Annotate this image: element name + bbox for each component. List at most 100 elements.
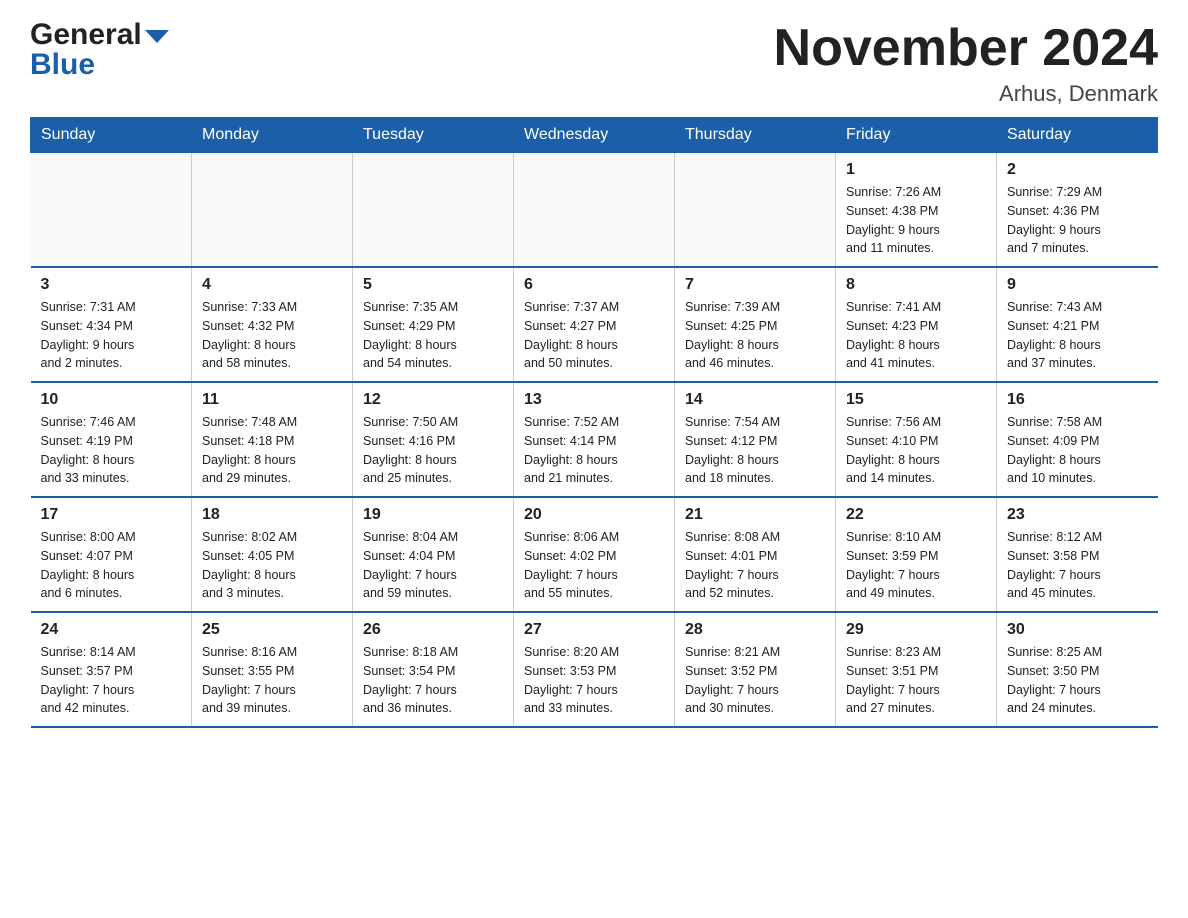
- day-info: Sunrise: 8:20 AM Sunset: 3:53 PM Dayligh…: [524, 643, 664, 718]
- calendar-week-row: 10 Sunrise: 7:46 AM Sunset: 4:19 PM Dayli…: [31, 382, 1158, 497]
- day-number: 6: [524, 276, 664, 294]
- day-info: Sunrise: 8:21 AM Sunset: 3:52 PM Dayligh…: [685, 643, 825, 718]
- day-number: 15: [846, 391, 986, 409]
- day-info: Sunrise: 8:04 AM Sunset: 4:04 PM Dayligh…: [363, 528, 503, 603]
- calendar-day-cell: 11 Sunrise: 7:48 AM Sunset: 4:18 PM Dayli…: [192, 382, 353, 497]
- day-info: Sunrise: 8:18 AM Sunset: 3:54 PM Dayligh…: [363, 643, 503, 718]
- weekday-header-thursday: Thursday: [675, 118, 836, 153]
- calendar-day-cell: [675, 153, 836, 268]
- day-number: 16: [1007, 391, 1148, 409]
- day-info: Sunrise: 7:33 AM Sunset: 4:32 PM Dayligh…: [202, 298, 342, 373]
- day-info: Sunrise: 8:16 AM Sunset: 3:55 PM Dayligh…: [202, 643, 342, 718]
- day-number: 1: [846, 161, 986, 179]
- calendar-day-cell: 27 Sunrise: 8:20 AM Sunset: 3:53 PM Dayli…: [514, 612, 675, 727]
- calendar-day-cell: 8 Sunrise: 7:41 AM Sunset: 4:23 PM Daylig…: [836, 267, 997, 382]
- calendar-week-row: 17 Sunrise: 8:00 AM Sunset: 4:07 PM Dayli…: [31, 497, 1158, 612]
- weekday-header-saturday: Saturday: [997, 118, 1158, 153]
- calendar-header-row: SundayMondayTuesdayWednesdayThursdayFrid…: [31, 118, 1158, 153]
- calendar-day-cell: 26 Sunrise: 8:18 AM Sunset: 3:54 PM Dayli…: [353, 612, 514, 727]
- weekday-header-sunday: Sunday: [31, 118, 192, 153]
- day-number: 12: [363, 391, 503, 409]
- day-info: Sunrise: 7:31 AM Sunset: 4:34 PM Dayligh…: [41, 298, 182, 373]
- day-number: 25: [202, 621, 342, 639]
- day-info: Sunrise: 8:02 AM Sunset: 4:05 PM Dayligh…: [202, 528, 342, 603]
- weekday-header-monday: Monday: [192, 118, 353, 153]
- day-number: 21: [685, 506, 825, 524]
- calendar-day-cell: 19 Sunrise: 8:04 AM Sunset: 4:04 PM Dayli…: [353, 497, 514, 612]
- day-info: Sunrise: 7:39 AM Sunset: 4:25 PM Dayligh…: [685, 298, 825, 373]
- day-info: Sunrise: 8:08 AM Sunset: 4:01 PM Dayligh…: [685, 528, 825, 603]
- day-number: 11: [202, 391, 342, 409]
- day-number: 7: [685, 276, 825, 294]
- calendar-day-cell: 5 Sunrise: 7:35 AM Sunset: 4:29 PM Daylig…: [353, 267, 514, 382]
- day-number: 24: [41, 621, 182, 639]
- day-number: 22: [846, 506, 986, 524]
- calendar-day-cell: 29 Sunrise: 8:23 AM Sunset: 3:51 PM Dayli…: [836, 612, 997, 727]
- calendar-week-row: 3 Sunrise: 7:31 AM Sunset: 4:34 PM Daylig…: [31, 267, 1158, 382]
- day-number: 3: [41, 276, 182, 294]
- calendar-day-cell: 28 Sunrise: 8:21 AM Sunset: 3:52 PM Dayli…: [675, 612, 836, 727]
- day-info: Sunrise: 8:14 AM Sunset: 3:57 PM Dayligh…: [41, 643, 182, 718]
- day-number: 17: [41, 506, 182, 524]
- day-number: 8: [846, 276, 986, 294]
- logo-blue-text: Blue: [30, 48, 95, 81]
- calendar-day-cell: 15Sunrise: 7:56 AM Sunset: 4:10 PM Dayli…: [836, 382, 997, 497]
- day-info: Sunrise: 7:43 AM Sunset: 4:21 PM Dayligh…: [1007, 298, 1148, 373]
- calendar-day-cell: 12 Sunrise: 7:50 AM Sunset: 4:16 PM Dayli…: [353, 382, 514, 497]
- calendar-day-cell: 20Sunrise: 8:06 AM Sunset: 4:02 PM Dayli…: [514, 497, 675, 612]
- day-info: Sunrise: 7:58 AM Sunset: 4:09 PM Dayligh…: [1007, 413, 1148, 488]
- weekday-header-wednesday: Wednesday: [514, 118, 675, 153]
- calendar-day-cell: [353, 153, 514, 268]
- day-info: Sunrise: 8:10 AM Sunset: 3:59 PM Dayligh…: [846, 528, 986, 603]
- day-info: Sunrise: 7:52 AM Sunset: 4:14 PM Dayligh…: [524, 413, 664, 488]
- weekday-header-tuesday: Tuesday: [353, 118, 514, 153]
- day-info: Sunrise: 8:00 AM Sunset: 4:07 PM Dayligh…: [41, 528, 182, 603]
- month-title: November 2024: [774, 20, 1158, 77]
- day-info: Sunrise: 7:41 AM Sunset: 4:23 PM Dayligh…: [846, 298, 986, 373]
- calendar-day-cell: 18 Sunrise: 8:02 AM Sunset: 4:05 PM Dayli…: [192, 497, 353, 612]
- calendar-day-cell: 7 Sunrise: 7:39 AM Sunset: 4:25 PM Daylig…: [675, 267, 836, 382]
- calendar-day-cell: 22 Sunrise: 8:10 AM Sunset: 3:59 PM Dayli…: [836, 497, 997, 612]
- day-number: 30: [1007, 621, 1148, 639]
- location-subtitle: Arhus, Denmark: [774, 81, 1158, 107]
- day-info: Sunrise: 7:50 AM Sunset: 4:16 PM Dayligh…: [363, 413, 503, 488]
- calendar-table: SundayMondayTuesdayWednesdayThursdayFrid…: [30, 117, 1158, 728]
- day-info: Sunrise: 8:25 AM Sunset: 3:50 PM Dayligh…: [1007, 643, 1148, 718]
- calendar-day-cell: 9Sunrise: 7:43 AM Sunset: 4:21 PM Daylig…: [997, 267, 1158, 382]
- day-number: 26: [363, 621, 503, 639]
- calendar-day-cell: 24 Sunrise: 8:14 AM Sunset: 3:57 PM Dayli…: [31, 612, 192, 727]
- day-info: Sunrise: 7:54 AM Sunset: 4:12 PM Dayligh…: [685, 413, 825, 488]
- day-number: 29: [846, 621, 986, 639]
- day-number: 10: [41, 391, 182, 409]
- calendar-day-cell: 30 Sunrise: 8:25 AM Sunset: 3:50 PM Dayli…: [997, 612, 1158, 727]
- calendar-day-cell: 23 Sunrise: 8:12 AM Sunset: 3:58 PM Dayli…: [997, 497, 1158, 612]
- day-info: Sunrise: 7:26 AM Sunset: 4:38 PM Dayligh…: [846, 183, 986, 258]
- calendar-day-cell: 2 Sunrise: 7:29 AM Sunset: 4:36 PM Daylig…: [997, 153, 1158, 268]
- day-number: 20: [524, 506, 664, 524]
- calendar-day-cell: [31, 153, 192, 268]
- day-info: Sunrise: 8:23 AM Sunset: 3:51 PM Dayligh…: [846, 643, 986, 718]
- day-info: Sunrise: 7:37 AM Sunset: 4:27 PM Dayligh…: [524, 298, 664, 373]
- calendar-day-cell: 13Sunrise: 7:52 AM Sunset: 4:14 PM Dayli…: [514, 382, 675, 497]
- day-number: 28: [685, 621, 825, 639]
- calendar-day-cell: 1 Sunrise: 7:26 AM Sunset: 4:38 PM Daylig…: [836, 153, 997, 268]
- logo-arrow-icon: [145, 30, 169, 43]
- day-number: 19: [363, 506, 503, 524]
- calendar-day-cell: 21 Sunrise: 8:08 AM Sunset: 4:01 PM Dayli…: [675, 497, 836, 612]
- day-info: Sunrise: 7:48 AM Sunset: 4:18 PM Dayligh…: [202, 413, 342, 488]
- calendar-day-cell: [192, 153, 353, 268]
- title-section: November 2024 Arhus, Denmark: [774, 20, 1158, 107]
- calendar-day-cell: 10 Sunrise: 7:46 AM Sunset: 4:19 PM Dayli…: [31, 382, 192, 497]
- day-info: Sunrise: 7:35 AM Sunset: 4:29 PM Dayligh…: [363, 298, 503, 373]
- calendar-day-cell: 25 Sunrise: 8:16 AM Sunset: 3:55 PM Dayli…: [192, 612, 353, 727]
- day-info: Sunrise: 7:46 AM Sunset: 4:19 PM Dayligh…: [41, 413, 182, 488]
- day-number: 2: [1007, 161, 1148, 179]
- day-number: 27: [524, 621, 664, 639]
- day-number: 18: [202, 506, 342, 524]
- calendar-day-cell: 16 Sunrise: 7:58 AM Sunset: 4:09 PM Dayli…: [997, 382, 1158, 497]
- day-info: Sunrise: 7:29 AM Sunset: 4:36 PM Dayligh…: [1007, 183, 1148, 258]
- calendar-week-row: 24 Sunrise: 8:14 AM Sunset: 3:57 PM Dayli…: [31, 612, 1158, 727]
- day-number: 5: [363, 276, 503, 294]
- day-info: Sunrise: 8:12 AM Sunset: 3:58 PM Dayligh…: [1007, 528, 1148, 603]
- day-number: 23: [1007, 506, 1148, 524]
